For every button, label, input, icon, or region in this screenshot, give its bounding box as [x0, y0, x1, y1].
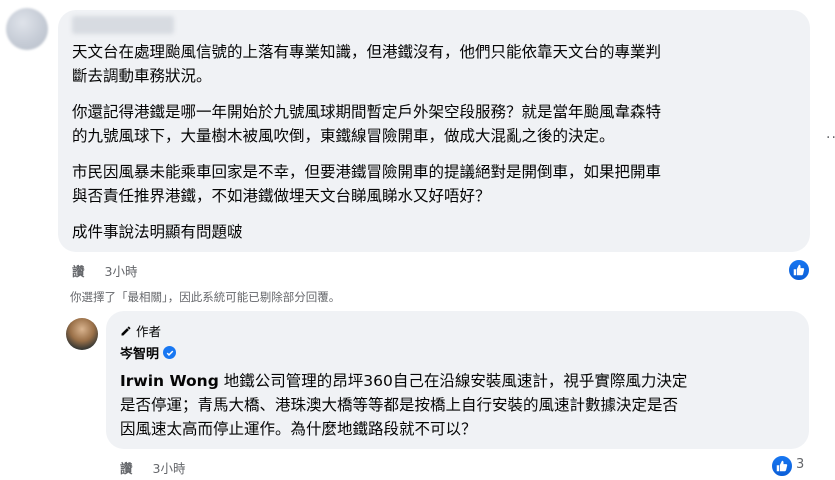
- mention-link[interactable]: Irwin Wong: [120, 372, 219, 390]
- comment-actions: 讚 3小時: [72, 261, 153, 280]
- comment-line: 與否責任推界港鐵，不如港鐵做埋天文台睇風睇水又好唔好？: [72, 187, 491, 205]
- reply-author[interactable]: 岑智明: [120, 343, 177, 362]
- comment-line: 市民因風暴未能乘車回家是不幸，但要港鐵冒險開車的提議絕對是開倒車，如果把開車: [72, 163, 662, 181]
- comment-timestamp[interactable]: 3小時: [105, 264, 138, 279]
- reply-line: 因風速太高而停止運作。為什麼地鐵路段就不可以？: [120, 420, 477, 438]
- like-icon[interactable]: [787, 258, 811, 282]
- comment-line: 天文台在處理颱風信號的上落有專業知識，但港鐵沒有，他們只能依靠天文台的專業判: [72, 43, 662, 61]
- comment-line: 你還記得港鐵是哪一年開始於九號風球期間暫定戶外架空段服務？就是當年颱風韋森特: [72, 103, 662, 121]
- comment-line: 斷去調動車務狀況。: [72, 67, 212, 85]
- reply-actions: 讚 3小時: [120, 458, 201, 477]
- reply-line: 是否停運；青馬大橋、港珠澳大橋等等都是按橋上自行安裝的風速計數據決定是否: [120, 396, 679, 414]
- reaction-count[interactable]: 3: [796, 457, 804, 472]
- like-icon[interactable]: [770, 454, 794, 478]
- reply-author-avatar[interactable]: [66, 318, 98, 350]
- author-badge-label: 作者: [136, 324, 162, 339]
- filter-notice: 你選擇了「最相關」，因此系統可能已剔除部分回覆。: [70, 290, 341, 304]
- reply-author-name[interactable]: 岑智明: [120, 343, 159, 362]
- commenter-name-redacted[interactable]: [72, 16, 174, 34]
- comment-paragraph-1: 天文台在處理颱風信號的上落有專業知識，但港鐵沒有，他們只能依靠天文台的專業判 斷…: [72, 40, 661, 88]
- author-badge: 作者: [120, 321, 161, 340]
- verified-badge-icon: [163, 346, 177, 359]
- reply-timestamp[interactable]: 3小時: [153, 461, 186, 476]
- commenter-avatar[interactable]: [6, 8, 48, 50]
- comment-paragraph-2: 你還記得港鐵是哪一年開始於九號風球期間暫定戶外架空段服務？就是當年颱風韋森特 的…: [72, 100, 661, 148]
- reply-body: Irwin Wong 地鐵公司管理的昂坪360自己在沿線安裝風速計，視乎實際風力…: [120, 369, 687, 441]
- comment-paragraph-4: 成件事說法明顯有問題啵: [72, 220, 243, 244]
- reply-like-button[interactable]: 讚: [120, 461, 133, 476]
- comment-line: 成件事說法明顯有問題啵: [72, 223, 243, 241]
- comment-paragraph-3: 市民因風暴未能乘車回家是不幸，但要港鐵冒險開車的提議絕對是開倒車，如果把開車 與…: [72, 160, 661, 208]
- like-button[interactable]: 讚: [72, 264, 85, 279]
- reply-line: 地鐵公司管理的昂坪360自己在沿線安裝風速計，視乎實際風力決定: [218, 372, 688, 390]
- pencil-icon: [121, 326, 131, 335]
- comment-line: 的九號風球下，大量樹木被風吹倒，東鐵線冒險開車，做成大混亂之後的決定。: [72, 127, 615, 145]
- more-dots-icon[interactable]: ···: [826, 130, 835, 146]
